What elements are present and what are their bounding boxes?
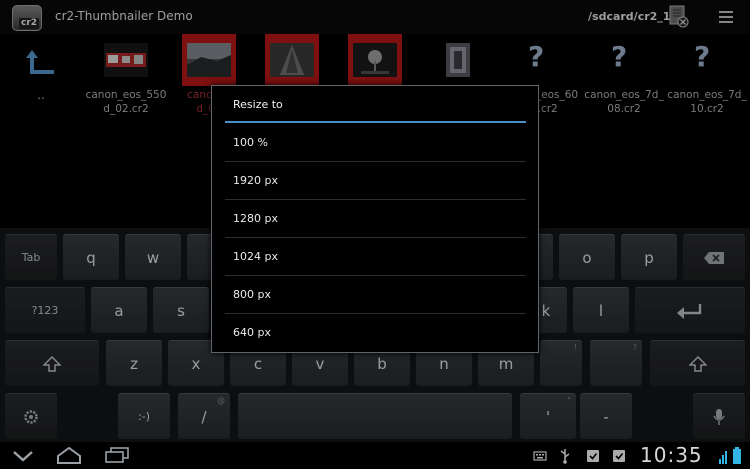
resize-option[interactable]: 640 px (225, 314, 526, 352)
resize-dialog: Resize to 100 % 1920 px 1280 px 1024 px … (211, 85, 539, 353)
resize-option[interactable]: 1920 px (225, 162, 526, 200)
home-icon[interactable] (56, 446, 82, 464)
resize-option[interactable]: 1024 px (225, 238, 526, 276)
dialog-title: Resize to (233, 98, 283, 111)
resize-option[interactable]: 800 px (225, 276, 526, 314)
resize-option-label: 100 % (233, 136, 268, 149)
resize-option-label: 1280 px (233, 212, 278, 225)
resize-option-label: 1920 px (233, 174, 278, 187)
back-down-icon[interactable] (12, 450, 34, 462)
resize-option-label: 640 px (233, 326, 271, 339)
wifi-signal-icon (719, 451, 727, 464)
resize-option-label: 800 px (233, 288, 271, 301)
resize-option-label: 1024 px (233, 250, 278, 263)
system-bar: 10:35 (0, 442, 750, 469)
recent-apps-icon[interactable] (104, 447, 130, 463)
resize-option[interactable]: 1280 px (225, 200, 526, 238)
usb-icon (560, 449, 570, 464)
status-clock[interactable]: 10:35 (640, 443, 703, 467)
download-done-icon (587, 450, 599, 462)
notification-check-icon (613, 450, 625, 462)
resize-option[interactable]: 100 % (225, 124, 526, 162)
dialog-title-divider (225, 121, 526, 123)
keyboard-status-icon (533, 451, 547, 461)
battery-icon (733, 447, 741, 464)
